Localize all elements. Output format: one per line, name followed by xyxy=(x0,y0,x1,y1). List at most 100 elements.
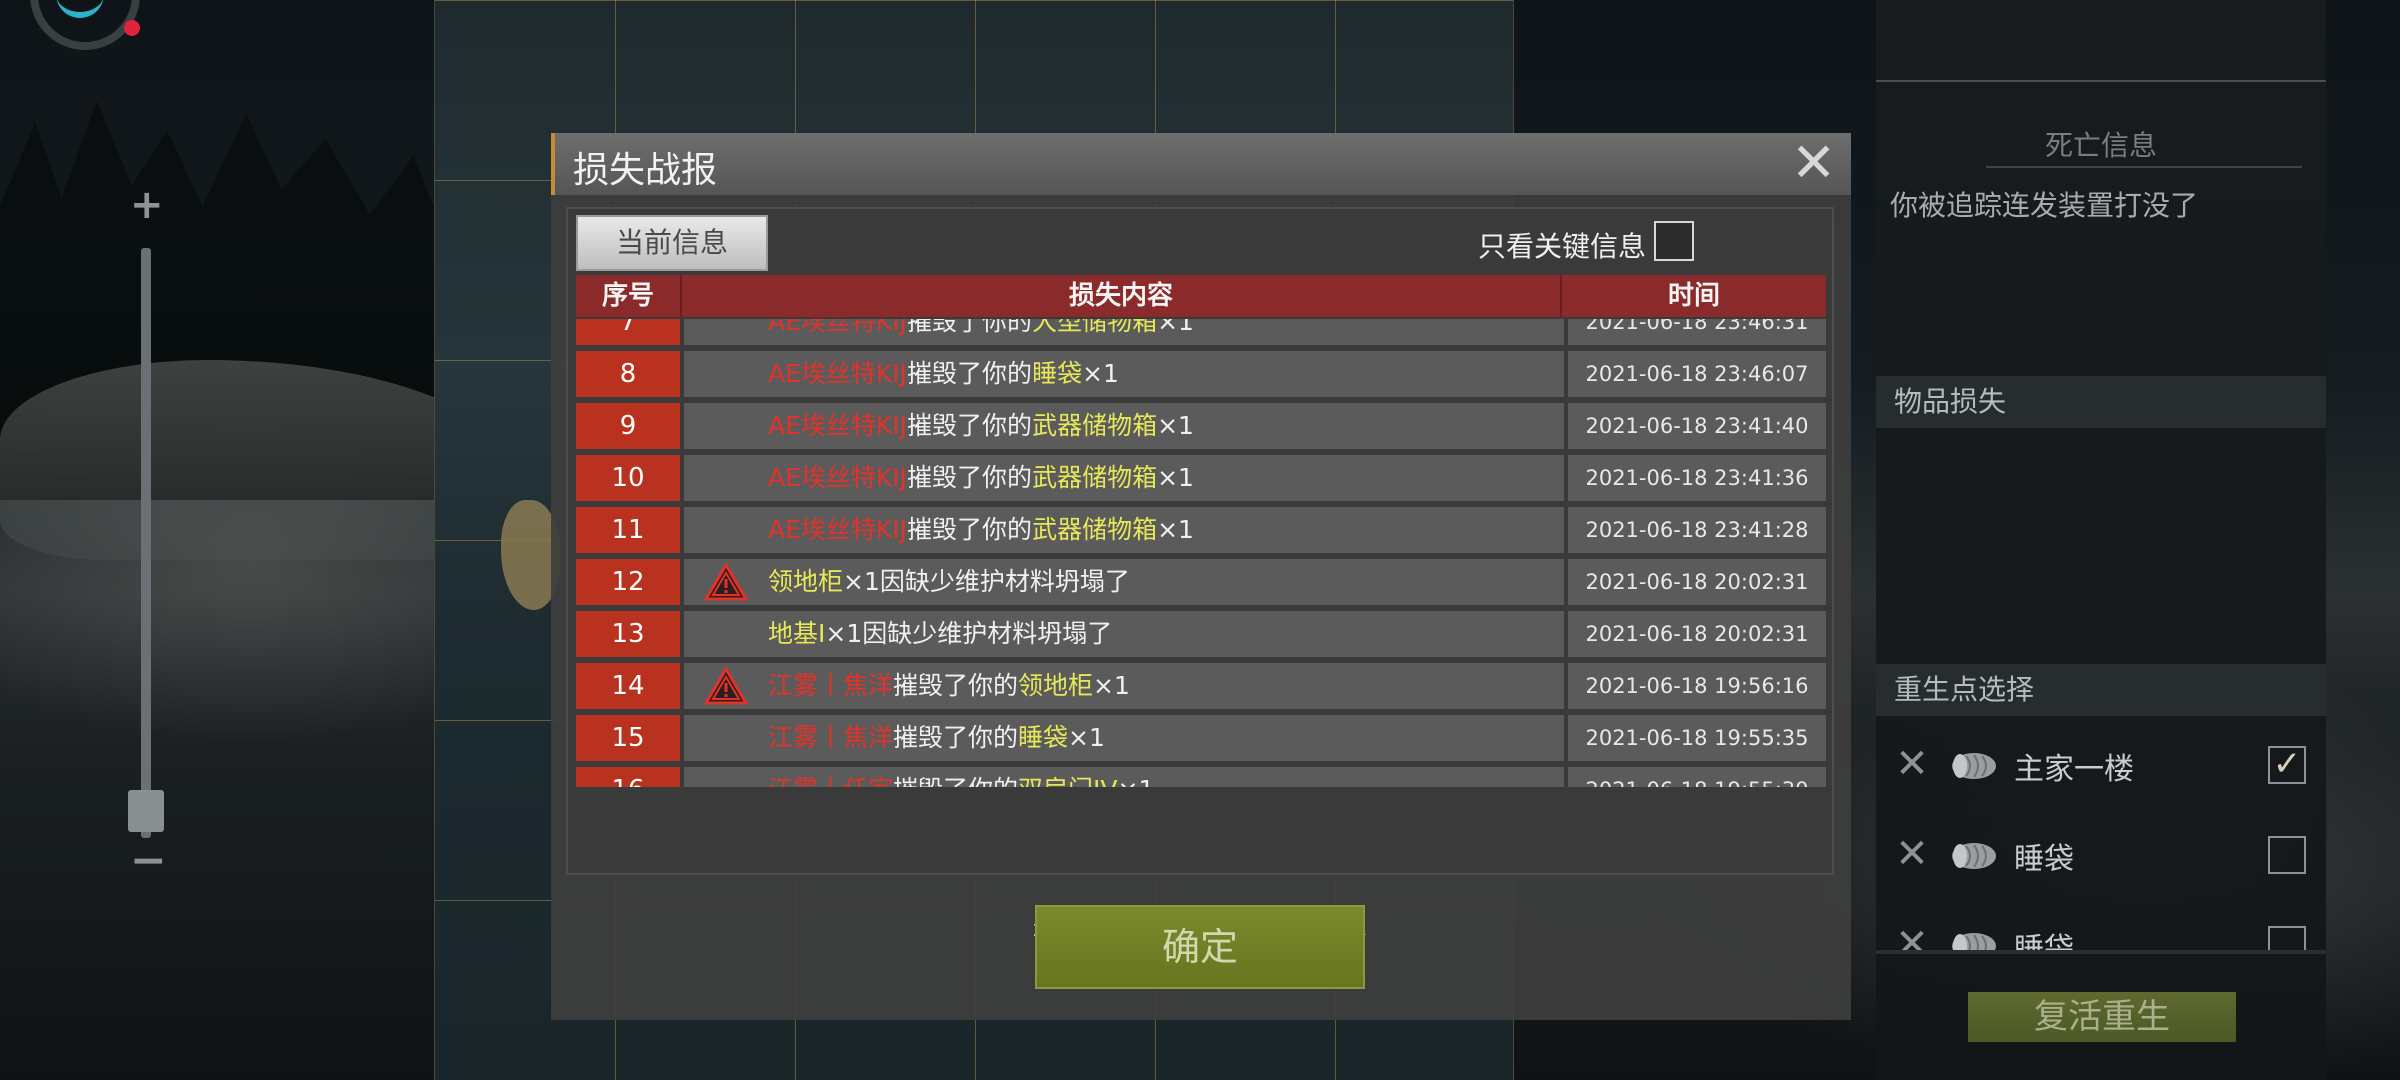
item-name: 领地柜 xyxy=(768,567,844,596)
death-info-title: 死亡信息 xyxy=(2044,129,2157,162)
row-time: 2021-06-18 19:55:35 xyxy=(1568,715,1826,761)
row-time: 2021-06-18 23:41:28 xyxy=(1568,507,1826,553)
item-count: ×1 xyxy=(843,567,880,596)
action-text: 摧毁了你的 xyxy=(907,319,1033,336)
respawn-option[interactable]: ✕ 睡袋 xyxy=(1876,816,2326,896)
table-row: 9 AE埃丝特KIJ摧毁了你的武器储物箱×1 2021-06-18 23:41:40 xyxy=(576,403,1826,449)
attacker-name: AE埃丝特KIJ xyxy=(768,359,908,388)
item-count: ×1 xyxy=(1157,463,1194,492)
item-count: ×1 xyxy=(1093,671,1130,700)
column-index: 序号 xyxy=(576,275,682,317)
row-time: 2021-06-18 19:55:30 xyxy=(1568,767,1826,787)
item-count: ×1 xyxy=(1157,515,1194,544)
row-content: AE埃丝特KIJ摧毁了你的武器储物箱×1 xyxy=(684,455,1564,501)
table-row: 7 AE埃丝特KIJ摧毁了你的大型储物箱×1 2021-06-18 23:46:31 xyxy=(576,319,1826,345)
row-time: 2021-06-18 23:46:07 xyxy=(1568,351,1826,397)
key-only-checkbox[interactable] xyxy=(1654,221,1694,261)
revive-button[interactable]: 复活重生 xyxy=(1968,992,2236,1042)
row-index: 15 xyxy=(576,715,680,761)
row-time: 2021-06-18 19:56:16 xyxy=(1568,663,1826,709)
action-text: 摧毁了你的 xyxy=(907,411,1033,440)
row-content: AE埃丝特KIJ摧毁了你的睡袋×1 xyxy=(684,351,1564,397)
row-content: AE埃丝特KIJ摧毁了你的武器储物箱×1 xyxy=(684,507,1564,553)
zoom-in-icon[interactable]: + xyxy=(130,185,164,225)
attacker-name: 江雾丨焦洋 xyxy=(768,723,894,752)
row-content: 江雾丨焦洋摧毁了你的领地柜×1 xyxy=(684,663,1564,709)
report-panel: 当前信息 只看关键信息 序号 损失内容 时间 7 AE埃丝特KIJ摧毁了你的大型储… xyxy=(566,207,1834,941)
item-name: 武器储物箱 xyxy=(1032,463,1158,492)
close-x-icon[interactable]: ✕ xyxy=(1894,924,1930,950)
key-only-label: 只看关键信息 xyxy=(1477,230,1646,263)
item-name: 领地柜 xyxy=(1018,671,1094,700)
table-row: 16江雾丨任宗摧毁了你的双扇门IV×12021-06-18 19:55:30 xyxy=(576,767,1826,787)
action-text: 摧毁了你的 xyxy=(907,515,1033,544)
table-row: 12 领地柜×1因缺少维护材料坍塌了 2021-06-18 20:02:31 xyxy=(576,559,1826,605)
respawn-option[interactable]: ✕ 主家一楼 ✓ xyxy=(1876,726,2326,806)
item-name: 睡袋 xyxy=(1018,723,1069,752)
table-row: 11 AE埃丝特KIJ摧毁了你的武器储物箱×1 2021-06-18 23:41:2… xyxy=(576,507,1826,553)
check-icon[interactable]: ✓ xyxy=(2268,746,2306,784)
warning-triangle-icon xyxy=(704,667,748,705)
item-name: 大型储物箱 xyxy=(1032,319,1158,336)
sleeping-bag-icon xyxy=(1952,753,1996,779)
attacker-name: AE埃丝特KIJ xyxy=(768,515,908,544)
row-time: 2021-06-18 23:41:36 xyxy=(1568,455,1826,501)
tab-current-info[interactable]: 当前信息 xyxy=(576,215,768,271)
close-x-icon[interactable]: ✕ xyxy=(1894,834,1930,874)
row-content: 江雾丨任宗摧毁了你的双扇门IV×1 xyxy=(684,767,1564,787)
row-index: 8 xyxy=(576,351,680,397)
zoom-out-icon[interactable]: − xyxy=(130,839,167,883)
close-x-icon[interactable]: ✕ xyxy=(1894,744,1930,784)
row-content: AE埃丝特KIJ摧毁了你的武器储物箱×1 xyxy=(684,403,1564,449)
attacker-name: AE埃丝特KIJ xyxy=(768,411,908,440)
action-text: 摧毁了你的 xyxy=(893,723,1019,752)
action-text: 摧毁了你的 xyxy=(893,671,1019,700)
row-index: 7 xyxy=(576,319,680,345)
row-content: 领地柜×1因缺少维护材料坍塌了 xyxy=(684,559,1564,605)
row-time: 2021-06-18 23:46:31 xyxy=(1568,319,1826,345)
modal-title: 损失战报 xyxy=(573,150,718,191)
sleeping-bag-icon xyxy=(1952,933,1996,950)
item-name: 地基I xyxy=(768,619,826,648)
row-content: 江雾丨焦洋摧毁了你的睡袋×1 xyxy=(684,715,1564,761)
item-loss-title: 物品损失 xyxy=(1876,376,2326,428)
item-count: ×1 xyxy=(1157,411,1194,440)
modal-header: 损失战报 ✕ xyxy=(551,133,1851,195)
row-time: 2021-06-18 23:41:40 xyxy=(1568,403,1826,449)
column-content: 损失内容 xyxy=(682,275,1562,317)
respawn-title: 重生点选择 xyxy=(1876,664,2326,716)
action-text: 摧毁了你的 xyxy=(907,463,1033,492)
row-index: 11 xyxy=(576,507,680,553)
item-count: ×1 xyxy=(1068,723,1105,752)
row-index: 14 xyxy=(576,663,680,709)
row-index: 13 xyxy=(576,611,680,657)
item-count: ×1 xyxy=(1082,359,1119,388)
report-table[interactable]: 7 AE埃丝特KIJ摧毁了你的大型储物箱×1 2021-06-18 23:46:31… xyxy=(576,319,1826,787)
table-row: 8 AE埃丝特KIJ摧毁了你的睡袋×1 2021-06-18 23:46:07 xyxy=(576,351,1826,397)
row-time: 2021-06-18 20:02:31 xyxy=(1568,611,1826,657)
row-content: 地基I×1因缺少维护材料坍塌了 xyxy=(684,611,1564,657)
respawn-option[interactable]: ✕ 睡袋 xyxy=(1876,906,2326,950)
item-name: 睡袋 xyxy=(1032,359,1083,388)
table-row: 13 地基I×1因缺少维护材料坍塌了 2021-06-18 20:02:31 xyxy=(576,611,1826,657)
attacker-name: 江雾丨焦洋 xyxy=(768,671,894,700)
checkbox[interactable] xyxy=(2268,926,2306,950)
confirm-button[interactable]: 确定 xyxy=(1035,905,1365,989)
close-icon[interactable]: ✕ xyxy=(1791,136,1836,190)
column-time: 时间 xyxy=(1667,281,1720,311)
loss-report-modal: 损失战报 ✕ 当前信息 只看关键信息 序号 损失内容 时间 7 AE埃丝特KIJ摧… xyxy=(551,133,1851,1020)
death-info-text: 你被追踪连发装置打没了 xyxy=(1890,189,2199,222)
item-count: ×1 xyxy=(1157,319,1194,336)
death-side-panel: 死亡信息 你被追踪连发装置打没了 物品损失 重生点选择 ✕ 主家一楼 ✓ ✕ 睡… xyxy=(1876,0,2326,1080)
item-name: 武器储物箱 xyxy=(1032,411,1158,440)
item-count: ×1 xyxy=(1118,775,1155,787)
action-text: 摧毁了你的 xyxy=(907,359,1033,388)
row-content: AE埃丝特KIJ摧毁了你的大型储物箱×1 xyxy=(684,319,1564,345)
zoom-slider-handle[interactable] xyxy=(128,790,164,832)
item-name: 双扇门IV xyxy=(1018,775,1117,787)
action-text: 摧毁了你的 xyxy=(893,775,1018,787)
attacker-name: 江雾丨任宗 xyxy=(768,775,893,787)
item-count: ×1 xyxy=(825,619,863,648)
checkbox[interactable] xyxy=(2268,836,2306,874)
zoom-slider-track[interactable] xyxy=(141,248,151,838)
